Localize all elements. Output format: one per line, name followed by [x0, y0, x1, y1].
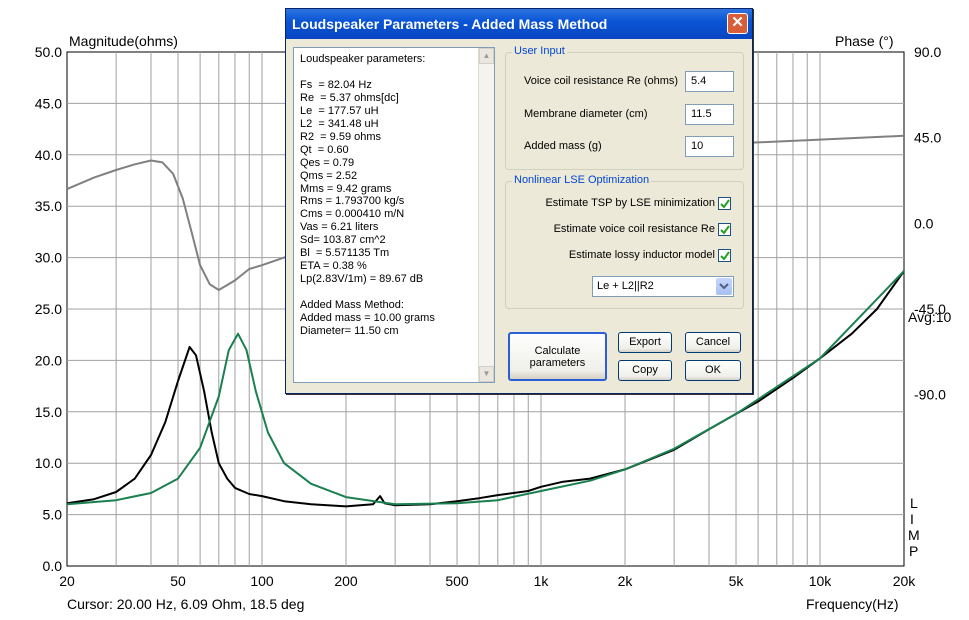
checkmark-icon [720, 225, 730, 235]
calculate-parameters-button[interactable]: Calculate parameters [508, 332, 607, 381]
chevron-down-icon[interactable] [716, 278, 732, 295]
results-line: Cms = 0.000410 m/N [300, 208, 405, 221]
checkmark-icon [720, 251, 730, 261]
x-tick-label: 2k [618, 573, 634, 589]
y-left-tick-label: 40.0 [35, 147, 62, 163]
x-tick-label: 20k [893, 573, 917, 589]
results-line: Added mass = 10.00 grams [300, 312, 435, 325]
right-axis-title: Phase (°) [835, 33, 894, 49]
results-line: Added Mass Method: [300, 299, 404, 312]
results-line: Qms = 2.52 [300, 169, 358, 182]
lse-tsp-checkbox[interactable] [718, 197, 731, 210]
ok-button[interactable]: OK [685, 360, 741, 381]
limp-letter-p: P [909, 543, 918, 559]
added-mass-input[interactable]: 10 [685, 136, 734, 157]
results-line: Loudspeaker parameters: [300, 53, 426, 65]
x-tick-label: 200 [334, 573, 358, 589]
results-line: Vas = 6.21 liters [300, 221, 379, 234]
y-left-tick-label: 15.0 [35, 404, 62, 420]
limp-letter-l: L [910, 495, 918, 511]
y-left-tick-label: 10.0 [35, 455, 62, 471]
y-left-tick-label: 45.0 [35, 95, 62, 111]
x-tick-label: 5k [729, 573, 745, 589]
cursor-readout: Cursor: 20.00 Hz, 6.09 Ohm, 18.5 deg [67, 596, 304, 612]
copy-button[interactable]: Copy [618, 360, 672, 381]
results-line: Diameter= 11.50 cm [300, 325, 399, 338]
lse-re-checkbox[interactable] [718, 223, 731, 236]
x-tick-label: 10k [809, 573, 833, 589]
inductor-model-select[interactable]: Le + L2||R2 [592, 276, 734, 297]
user-input-group-label: User Input [512, 45, 567, 57]
x-tick-label: 50 [170, 573, 186, 589]
y-right-tick-label: 0.0 [914, 215, 934, 231]
dialog-titlebar[interactable]: Loudspeaker Parameters - Added Mass Meth… [286, 9, 752, 39]
lse-optimization-group: Nonlinear LSE Optimization Estimate TSP … [505, 174, 744, 309]
re-input[interactable]: 5.4 [685, 71, 734, 92]
results-line [300, 286, 435, 299]
y-left-tick-label: 20.0 [35, 352, 62, 368]
user-input-group: User Input Voice coil resistance Re (ohm… [505, 45, 744, 170]
calculate-line2: parameters [529, 357, 586, 369]
x-tick-label: 20 [59, 573, 75, 589]
results-line: Rms = 1.793700 kg/s [300, 195, 405, 208]
x-tick-label: 1k [534, 573, 550, 589]
cancel-button[interactable]: Cancel [685, 332, 741, 353]
results-line: Lp(2.83V/1m) = 89.67 dB [300, 273, 424, 286]
results-line: Qt = 0.60 [300, 143, 349, 156]
parameters-dialog: Loudspeaker Parameters - Added Mass Meth… [285, 8, 753, 394]
results-line: Bl = 5.571135 Tm [300, 247, 390, 260]
y-left-tick-label: 0.0 [43, 558, 63, 574]
limp-letter-m: M [908, 527, 920, 543]
results-line: Sd= 103.87 cm^2 [300, 234, 386, 247]
diameter-label: Membrane diameter (cm) [524, 108, 648, 120]
lossy-inductor-checkbox[interactable] [718, 249, 731, 262]
close-button[interactable]: ✕ [727, 13, 748, 34]
inductor-model-value: Le + L2||R2 [597, 280, 654, 292]
results-line: Re = 5.37 ohms[dc] [300, 91, 399, 104]
results-text: Loudspeaker parameters: Fs = 82.04 Hz Re … [300, 53, 435, 338]
results-line: Mms = 9.42 grams [300, 182, 392, 195]
results-line: R2 = 9.59 ohms [300, 130, 382, 143]
results-line: Fs = 82.04 Hz [300, 78, 372, 91]
export-button[interactable]: Export [618, 332, 672, 353]
checkmark-icon [720, 199, 730, 209]
lse-group-label: Nonlinear LSE Optimization [512, 174, 652, 186]
results-line: Qes = 0.79 [300, 156, 355, 169]
results-line: L2 = 341.48 uH [300, 117, 379, 130]
lse-tsp-label: Estimate TSP by LSE minimization [545, 197, 715, 209]
added-mass-label: Added mass (g) [524, 140, 602, 152]
y-left-tick-label: 50.0 [35, 44, 62, 60]
left-axis-title: Magnitude(ohms) [69, 33, 178, 49]
results-line [300, 66, 435, 79]
y-right-tick-label: 45.0 [914, 130, 941, 146]
y-left-tick-label: 5.0 [43, 507, 63, 523]
limp-letter-i: I [910, 511, 914, 527]
lse-re-label: Estimate voice coil resistance Re [553, 223, 715, 235]
y-right-tick-label: -90.0 [914, 387, 946, 403]
diameter-input[interactable]: 11.5 [685, 104, 734, 125]
y-right-tick-label: 90.0 [914, 44, 941, 60]
scroll-up-icon[interactable]: ▲ [479, 48, 494, 64]
results-line: ETA = 0.38 % [300, 260, 367, 273]
y-left-tick-label: 35.0 [35, 198, 62, 214]
results-textbox[interactable]: Loudspeaker parameters: Fs = 82.04 Hz Re … [293, 47, 495, 383]
dialog-title: Loudspeaker Parameters - Added Mass Meth… [292, 16, 608, 32]
y-left-tick-label: 25.0 [35, 301, 62, 317]
avg-label: Avg:10 [908, 309, 952, 325]
close-icon: ✕ [731, 14, 744, 31]
results-line: Le = 177.57 uH [300, 104, 379, 117]
x-tick-label: 100 [250, 573, 274, 589]
scroll-down-icon[interactable]: ▼ [479, 366, 494, 382]
y-left-tick-label: 30.0 [35, 250, 62, 266]
x-tick-label: 500 [445, 573, 469, 589]
calculate-line1: Calculate [534, 345, 581, 357]
results-scrollbar[interactable]: ▲ ▼ [478, 48, 494, 382]
re-label: Voice coil resistance Re (ohms) [524, 75, 679, 87]
lossy-inductor-label: Estimate lossy inductor model [568, 249, 715, 261]
x-axis-title: Frequency(Hz) [806, 596, 899, 612]
